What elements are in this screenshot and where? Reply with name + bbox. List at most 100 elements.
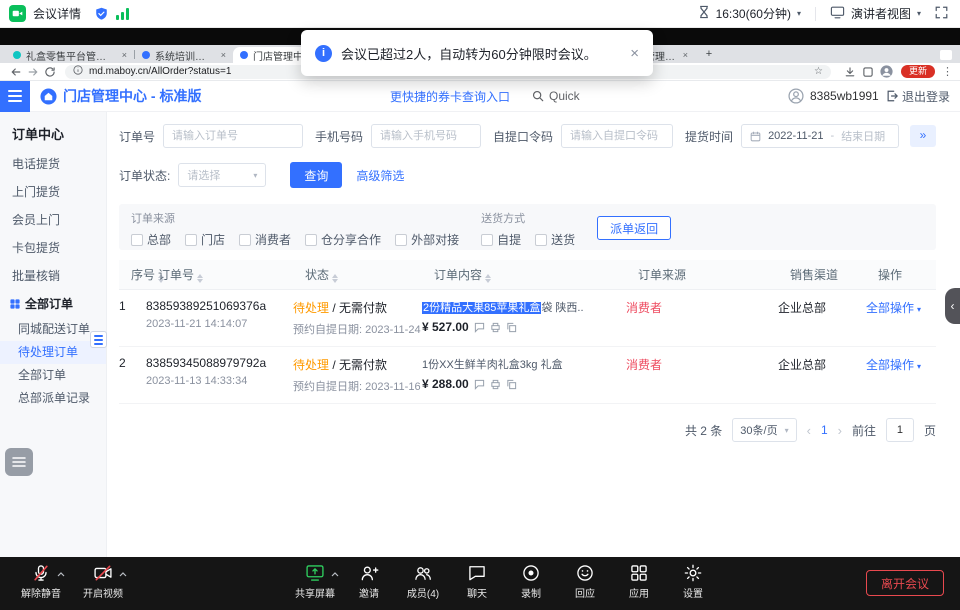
- printer-icon[interactable]: [490, 379, 501, 390]
- members-button[interactable]: 成员(4): [396, 563, 450, 600]
- th-content[interactable]: 订单内容: [434, 266, 638, 283]
- logout-button[interactable]: 退出登录: [886, 88, 950, 105]
- sidebar-toggle-button[interactable]: [0, 81, 30, 112]
- meeting-topbar-right: 16:30(60分钟) ▾ 演讲者视图 ▾: [698, 5, 948, 22]
- invite-button[interactable]: 邀请: [342, 563, 396, 600]
- record-button[interactable]: 录制: [504, 563, 558, 600]
- start-video-button[interactable]: 开启视频: [76, 563, 130, 600]
- sidebar-section-all-orders[interactable]: 全部订单: [0, 290, 106, 318]
- printer-icon[interactable]: [490, 322, 501, 333]
- sidebar-item-hq-dispatch-records[interactable]: 总部派单记录: [0, 387, 106, 410]
- site-info-icon[interactable]: [73, 65, 83, 78]
- next-page-button[interactable]: ›: [838, 423, 842, 438]
- extensions-icon[interactable]: [862, 66, 874, 78]
- tab-close-icon[interactable]: ×: [122, 50, 127, 60]
- checkbox-source-external[interactable]: 外部对接: [395, 231, 459, 248]
- message-icon[interactable]: [474, 379, 485, 390]
- browser-menu-icon[interactable]: ⋮: [942, 65, 953, 78]
- logout-icon: [886, 90, 898, 102]
- copy-icon[interactable]: [506, 322, 517, 333]
- view-mode-caret[interactable]: ▾: [917, 9, 921, 18]
- view-mode-label[interactable]: 演讲者视图: [851, 5, 911, 22]
- user-account[interactable]: 8385wb1991: [788, 88, 879, 104]
- th-status[interactable]: 状态: [305, 266, 434, 283]
- forward-icon[interactable]: [24, 66, 41, 78]
- advanced-filter-link[interactable]: 高级筛选: [356, 167, 404, 184]
- pickup-date: 预约自提日期: 2023-11-16: [293, 378, 422, 394]
- sidebar-item-card-pickup[interactable]: 卡包提货: [0, 234, 106, 262]
- current-page[interactable]: 1: [821, 423, 828, 437]
- sidebar-item-all-orders[interactable]: 全部订单: [0, 364, 106, 387]
- sidebar-item-door-pickup[interactable]: 上门提货: [0, 178, 106, 206]
- dispatch-return-button[interactable]: 派单返回: [597, 216, 671, 240]
- share-screen-button[interactable]: 共享屏幕: [288, 563, 342, 600]
- checkbox-source-hq[interactable]: 总部: [131, 231, 171, 248]
- prev-page-button[interactable]: ‹: [807, 423, 811, 438]
- back-icon[interactable]: [7, 66, 24, 78]
- apps-button[interactable]: 应用: [612, 563, 666, 600]
- pickup-date-range-picker[interactable]: 2022-11-21 - 结束日期: [741, 124, 899, 148]
- floating-menu-widget[interactable]: [5, 448, 33, 476]
- checkbox-delivery-selfpickup[interactable]: 自提: [481, 231, 521, 248]
- copy-icon[interactable]: [506, 379, 517, 390]
- search-button[interactable]: 查询: [290, 162, 342, 188]
- meeting-timer[interactable]: 16:30(60分钟): [716, 5, 791, 22]
- checkbox-delivery-deliver[interactable]: 送货: [535, 231, 575, 248]
- new-tab-button[interactable]: +: [702, 48, 716, 62]
- browser-tab[interactable]: 礼盒零售平台管理中心 ×: [6, 47, 134, 63]
- row-actions-dropdown[interactable]: 全部操作▾: [866, 356, 936, 373]
- tab-strip-control[interactable]: [940, 50, 952, 60]
- order-row-2[interactable]: 2 83859345088979792a 2023-11-13 14:33:34…: [119, 347, 936, 404]
- download-icon[interactable]: [844, 66, 856, 78]
- settings-button[interactable]: 设置: [666, 563, 720, 600]
- profile-avatar-icon[interactable]: [880, 65, 893, 78]
- side-panel-handle[interactable]: ‹: [945, 288, 960, 324]
- meeting-security-shield-icon[interactable]: [95, 7, 108, 21]
- tab-close-icon[interactable]: ×: [221, 50, 226, 60]
- sidebar-item-batch-verify[interactable]: 批量核销: [0, 262, 106, 290]
- video-options-caret[interactable]: [119, 566, 127, 580]
- bookmark-star-icon[interactable]: ☆: [814, 67, 823, 77]
- chrome-update-button[interactable]: 更新: [901, 65, 935, 78]
- chat-button[interactable]: 聊天: [450, 563, 504, 600]
- date-separator: -: [831, 130, 835, 142]
- goto-page-input[interactable]: 1: [886, 418, 914, 442]
- page-size-select[interactable]: 30条/页 ▾: [732, 418, 796, 442]
- leave-meeting-button[interactable]: 离开会议: [866, 570, 944, 596]
- toast-close-icon[interactable]: ×: [630, 45, 639, 62]
- coupon-query-link[interactable]: 更快捷的券卡查询入口: [390, 88, 510, 105]
- order-status-select[interactable]: 请选择 ▾: [178, 163, 266, 187]
- refresh-icon[interactable]: [41, 66, 58, 78]
- react-button[interactable]: 回应: [558, 563, 612, 600]
- tab-close-icon[interactable]: ×: [683, 50, 688, 60]
- unmute-button[interactable]: 解除静音: [14, 563, 68, 600]
- collapse-search-button[interactable]: »: [910, 125, 936, 147]
- sidebar-item-phone-pickup[interactable]: 电话提货: [0, 150, 106, 178]
- th-order-no[interactable]: 订单号: [158, 266, 305, 283]
- order-no-input[interactable]: [163, 124, 303, 148]
- fullscreen-icon[interactable]: [935, 6, 948, 22]
- order-row-1[interactable]: 1 83859389251069376a 2023-11-21 14:14:07…: [119, 290, 936, 347]
- sidebar-item-member-visit[interactable]: 会员上门: [0, 206, 106, 234]
- pickup-code-input[interactable]: [561, 124, 673, 148]
- quick-search[interactable]: Quick: [532, 89, 580, 103]
- row-actions-dropdown[interactable]: 全部操作▾: [866, 299, 936, 316]
- search-row-1: 订单号 手机号码 自提口令码 提货时间 2022-11-21 - 结束日期 »: [119, 124, 936, 148]
- meeting-detail-label[interactable]: 会议详情: [33, 5, 81, 22]
- message-icon[interactable]: [474, 322, 485, 333]
- browser-tab[interactable]: 系统培训学习 ×: [135, 47, 233, 63]
- search-row-2: 订单状态: 请选择 ▾ 查询 高级筛选: [119, 162, 936, 188]
- share-options-caret[interactable]: [331, 566, 339, 580]
- checkbox-source-consumer[interactable]: 消费者: [239, 231, 291, 248]
- th-index[interactable]: 序号: [131, 266, 158, 283]
- chat-icon: [467, 563, 487, 583]
- timer-dropdown-caret[interactable]: ▾: [797, 9, 801, 18]
- sidebar-mini-menu-button[interactable]: [90, 331, 107, 348]
- unmute-options-caret[interactable]: [57, 566, 65, 580]
- calendar-icon: [750, 131, 761, 142]
- date-start: 2022-11-21: [768, 130, 823, 142]
- checkbox-source-warehouse-coop[interactable]: 仓分享合作: [305, 231, 381, 248]
- phone-input[interactable]: [371, 124, 481, 148]
- cell-content: 1份XX生鲜羊肉礼盒3kg 礼盒 ¥ 288.00: [422, 356, 626, 391]
- checkbox-source-store[interactable]: 门店: [185, 231, 225, 248]
